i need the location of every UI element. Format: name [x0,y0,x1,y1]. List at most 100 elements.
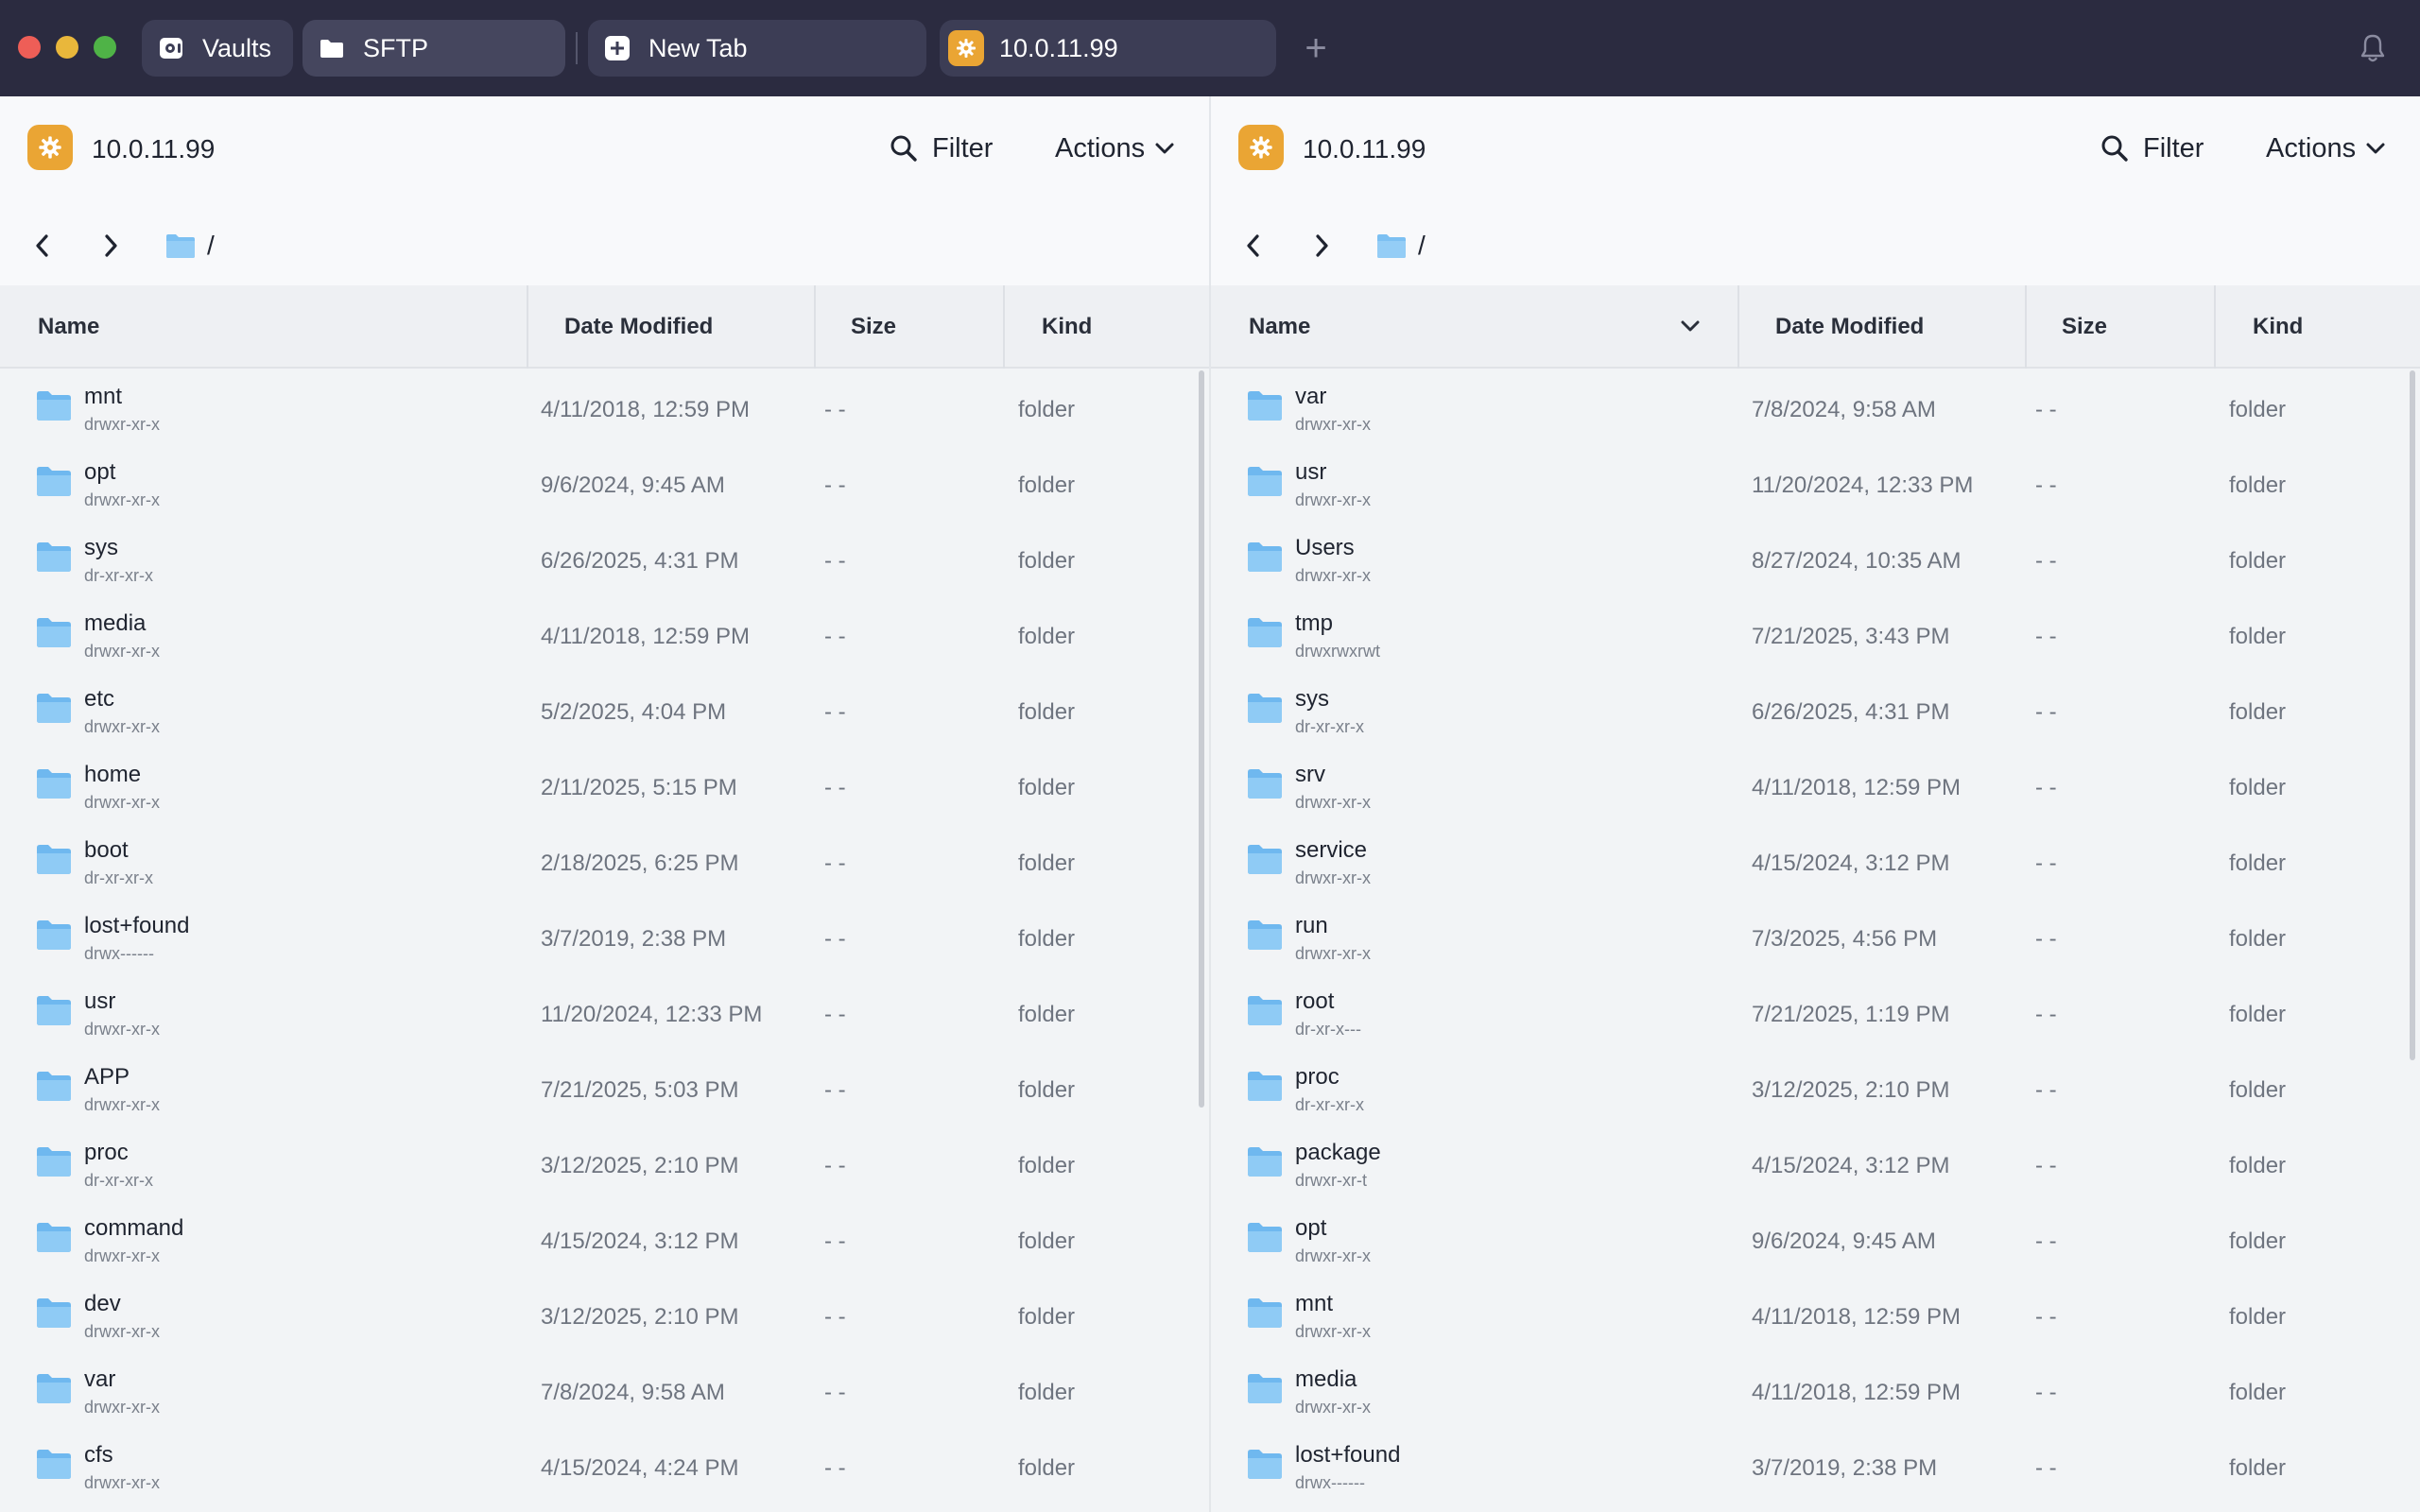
folder-icon [37,391,71,421]
file-permissions: drwx------ [1295,1473,1365,1492]
actions-menu-button[interactable]: Actions [1055,129,1175,167]
back-button[interactable] [1239,227,1268,265]
column-header-name[interactable]: Name [1249,285,1310,369]
table-row[interactable]: media drwxr-xr-x 4/11/2018, 12:59 PM - - fol… [0,597,1209,673]
table-row[interactable]: root dr-xr-x--- 7/21/2025, 1:19 PM - - folde… [1211,975,2420,1051]
table-row[interactable]: proc dr-xr-xr-x 3/12/2025, 2:10 PM - - folde… [1211,1051,2420,1126]
scrollbar[interactable] [2410,370,2415,1060]
column-resize-handle[interactable] [1737,285,1739,369]
file-permissions: drwx------ [84,944,154,963]
column-resize-handle[interactable] [2214,285,2216,369]
bell-icon[interactable] [2358,32,2388,64]
column-header-date[interactable]: Date Modified [564,285,713,369]
file-kind: folder [1018,699,1076,725]
tab-sftp[interactable]: SFTP [302,20,565,77]
table-row[interactable]: sys dr-xr-xr-x 6/26/2025, 4:31 PM - - folder [1211,673,2420,748]
forward-button[interactable] [96,227,125,265]
table-row[interactable]: usr drwxr-xr-x 11/20/2024, 12:33 PM - - fold… [0,975,1209,1051]
table-row[interactable]: service drwxr-xr-x 4/15/2024, 3:12 PM - - fo… [1211,824,2420,900]
table-row[interactable]: Users drwxr-xr-x 8/27/2024, 10:35 AM - - fol… [1211,522,2420,597]
sort-chevron-down-icon[interactable] [1680,316,1701,336]
file-permissions: drwxr-xr-x [84,1322,160,1341]
file-kind: folder [1018,1304,1076,1330]
table-row[interactable]: lost+found drwx------ 3/7/2019, 2:38 PM - -… [1211,1429,2420,1504]
breadcrumb[interactable]: / [165,227,215,265]
column-header-date[interactable]: Date Modified [1775,285,1924,369]
column-resize-handle[interactable] [2025,285,2027,369]
file-permissions: drwxr-xr-x [84,717,160,736]
table-row[interactable]: etc drwxr-xr-x 5/2/2025, 4:04 PM - - folder [0,673,1209,748]
file-date-modified: 9/6/2024, 9:45 AM [1752,1228,1936,1254]
zoom-window-button[interactable] [94,36,116,59]
file-name: usr [1295,459,1327,485]
table-row[interactable]: tmp drwxrwxrwt 7/21/2025, 3:43 PM - - folder [1211,597,2420,673]
file-size: - - [824,397,846,422]
file-permissions: dr-xr-x--- [1295,1020,1361,1039]
column-header-kind[interactable]: Kind [2253,285,2303,369]
actions-label: Actions [1055,132,1146,163]
table-row[interactable]: mnt drwxr-xr-x 4/11/2018, 12:59 PM - - folde… [1211,1278,2420,1353]
column-resize-handle[interactable] [814,285,816,369]
file-size: - - [2035,1380,2057,1405]
table-row[interactable]: lost+found drwx------ 3/7/2019, 2:38 PM - -… [0,900,1209,975]
table-row[interactable]: cfs drwxr-xr-x 4/15/2024, 4:24 PM - - folder [0,1429,1209,1504]
table-row[interactable]: sys dr-xr-xr-x 6/26/2025, 4:31 PM - - folder [0,522,1209,597]
file-size: - - [824,699,846,725]
file-kind: folder [2229,548,2287,574]
table-row[interactable]: var drwxr-xr-x 7/8/2024, 9:58 AM - - folder [0,1353,1209,1429]
column-header-name[interactable]: Name [38,285,99,369]
table-row[interactable]: package drwxr-xr-t 4/15/2024, 3:12 PM - - fo… [1211,1126,2420,1202]
forward-button[interactable] [1307,227,1336,265]
column-header-size[interactable]: Size [851,285,896,369]
tab-host[interactable]: 10.0.11.99 [940,20,1276,77]
file-permissions: drwxr-xr-x [1295,415,1371,434]
filter-button[interactable]: Filter [2100,129,2204,167]
column-header-kind[interactable]: Kind [1042,285,1092,369]
file-name: opt [84,459,116,485]
file-size: - - [2035,1455,2057,1481]
table-row[interactable]: run drwxr-xr-x 7/3/2025, 4:56 PM - - folder [1211,900,2420,975]
file-size: - - [824,1153,846,1178]
tab-new-tab[interactable]: New Tab [588,20,926,77]
breadcrumb[interactable]: / [1376,227,1426,265]
file-size: - - [824,1228,846,1254]
tab-label: SFTP [363,33,429,62]
file-permissions: drwxr-xr-x [1295,490,1371,509]
table-row[interactable]: home drwxr-xr-x 2/11/2025, 5:15 PM - - folde… [0,748,1209,824]
back-button[interactable] [28,227,57,265]
file-kind: folder [1018,775,1076,800]
actions-menu-button[interactable]: Actions [2266,129,2386,167]
table-row[interactable]: opt drwxr-xr-x 9/6/2024, 9:45 AM - - folder [0,446,1209,522]
table-row[interactable]: media drwxr-xr-x 4/11/2018, 12:59 PM - - fol… [1211,1353,2420,1429]
file-kind: folder [1018,472,1076,498]
filter-button[interactable]: Filter [889,129,993,167]
table-row[interactable]: usr drwxr-xr-x 11/20/2024, 12:33 PM - - fold… [1211,446,2420,522]
table-row[interactable]: command drwxr-xr-x 4/15/2024, 3:12 PM - - fo… [0,1202,1209,1278]
file-permissions: dr-xr-xr-x [1295,717,1364,736]
column-header-size[interactable]: Size [2062,285,2107,369]
scrollbar[interactable] [1199,370,1204,1108]
minimize-window-button[interactable] [56,36,78,59]
table-row[interactable]: boot dr-xr-xr-x 2/18/2025, 6:25 PM - - folde… [0,824,1209,900]
close-window-button[interactable] [18,36,41,59]
column-resize-handle[interactable] [1003,285,1005,369]
chevron-down-icon [1155,143,1174,154]
file-permissions: drwxr-xr-x [1295,1398,1371,1417]
file-name: var [84,1366,116,1392]
table-row[interactable]: srv drwxr-xr-x 4/11/2018, 12:59 PM - - folde… [1211,748,2420,824]
table-header: Name Date Modified Size Kind [0,285,1209,369]
file-permissions: drwxr-xr-x [84,1020,160,1039]
file-date-modified: 3/7/2019, 2:38 PM [1752,1455,1938,1481]
tab-vaults[interactable]: Vaults [142,20,293,77]
table-row[interactable]: dev drwxr-xr-x 3/12/2025, 2:10 PM - - folder [0,1278,1209,1353]
file-kind: folder [2229,624,2287,649]
column-resize-handle[interactable] [527,285,528,369]
table-row[interactable]: proc dr-xr-xr-x 3/12/2025, 2:10 PM - - folde… [0,1126,1209,1202]
add-tab-button[interactable]: + [1297,26,1335,70]
table-row[interactable]: opt drwxr-xr-x 9/6/2024, 9:45 AM - - folder [1211,1202,2420,1278]
table-row[interactable]: var drwxr-xr-x 7/8/2024, 9:58 AM - - folder [1211,370,2420,446]
folder-icon [1248,391,1282,421]
breadcrumb-path: / [1418,231,1426,260]
table-row[interactable]: mnt drwxr-xr-x 4/11/2018, 12:59 PM - - folde… [0,370,1209,446]
table-row[interactable]: APP drwxr-xr-x 7/21/2025, 5:03 PM - - folder [0,1051,1209,1126]
